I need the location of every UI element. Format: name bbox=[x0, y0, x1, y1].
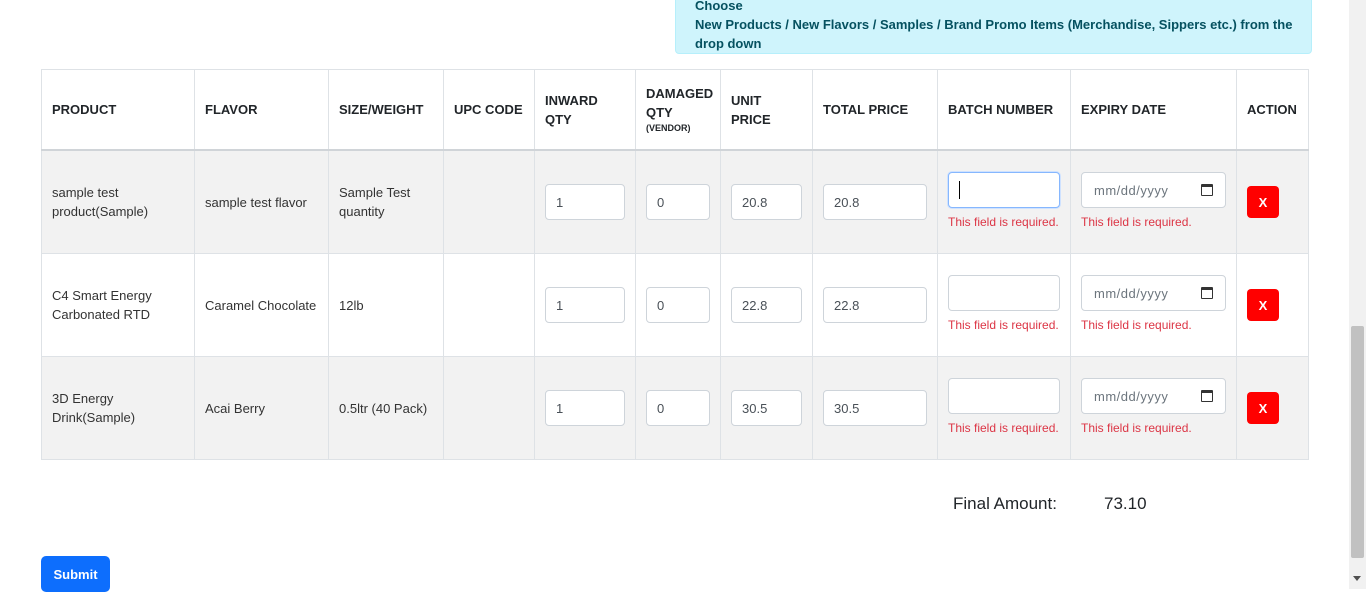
total-price-input[interactable] bbox=[823, 287, 927, 323]
delete-row-button[interactable]: X bbox=[1247, 186, 1279, 218]
header-action: ACTION bbox=[1236, 69, 1309, 151]
inward-qty-input[interactable] bbox=[545, 287, 625, 323]
expiry-error: This field is required. bbox=[1081, 215, 1192, 229]
expiry-date-input[interactable]: mm/dd/yyyy bbox=[1081, 275, 1226, 311]
expiry-error: This field is required. bbox=[1081, 318, 1192, 332]
cell-upc bbox=[443, 253, 535, 357]
header-inward-qty: INWARD QTY bbox=[534, 69, 636, 151]
final-amount: Final Amount: 73.10 bbox=[953, 494, 1147, 514]
unit-price-input[interactable] bbox=[731, 390, 802, 426]
cell-product: sample test product(Sample) bbox=[41, 149, 195, 254]
inward-qty-input[interactable] bbox=[545, 184, 625, 220]
calendar-icon[interactable] bbox=[1201, 287, 1213, 299]
expiry-date-input[interactable]: mm/dd/yyyy bbox=[1081, 378, 1226, 414]
header-batch-number: BATCH NUMBER bbox=[937, 69, 1071, 151]
cell-product: 3D Energy Drink(Sample) bbox=[41, 356, 195, 460]
damaged-qty-input[interactable] bbox=[646, 390, 710, 426]
header-total-price: TOTAL PRICE bbox=[812, 69, 938, 151]
delete-row-button[interactable]: X bbox=[1247, 289, 1279, 321]
header-expiry-date: EXPIRY DATE bbox=[1070, 69, 1237, 151]
header-upc: UPC CODE bbox=[443, 69, 535, 151]
damaged-qty-input[interactable] bbox=[646, 184, 710, 220]
scrollbar-thumb[interactable] bbox=[1351, 326, 1364, 558]
inward-qty-input[interactable] bbox=[545, 390, 625, 426]
expiry-date-input[interactable]: mm/dd/yyyy bbox=[1081, 172, 1226, 208]
cell-size: 0.5ltr (40 Pack) bbox=[328, 356, 444, 460]
products-table: PRODUCT FLAVOR SIZE/WEIGHT UPC CODE INWA… bbox=[41, 69, 1309, 460]
total-price-input[interactable] bbox=[823, 390, 927, 426]
final-amount-label: Final Amount: bbox=[953, 494, 1057, 513]
submit-button[interactable]: Submit bbox=[41, 556, 110, 592]
expiry-error: This field is required. bbox=[1081, 421, 1192, 435]
header-product: PRODUCT bbox=[41, 69, 195, 151]
header-size: SIZE/WEIGHT bbox=[328, 69, 444, 151]
table-row: C4 Smart Energy Carbonated RTD Caramel C… bbox=[41, 253, 1309, 357]
scroll-down-arrow-icon[interactable] bbox=[1353, 576, 1361, 581]
batch-error: This field is required. bbox=[948, 421, 1059, 435]
table-row: sample test product(Sample) sample test … bbox=[41, 149, 1309, 254]
expiry-placeholder: mm/dd/yyyy bbox=[1094, 285, 1169, 301]
header-damaged-sub: (VENDOR) bbox=[646, 123, 691, 133]
cell-product: C4 Smart Energy Carbonated RTD bbox=[41, 253, 195, 357]
expiry-placeholder: mm/dd/yyyy bbox=[1094, 388, 1169, 404]
info-line-2: New Products / New Flavors / Samples / B… bbox=[695, 17, 1293, 51]
info-alert: Choose New Products / New Flavors / Samp… bbox=[675, 0, 1312, 54]
text-caret bbox=[959, 181, 960, 199]
header-unit-price: UNIT PRICE bbox=[720, 69, 813, 151]
delete-row-button[interactable]: X bbox=[1247, 392, 1279, 424]
batch-number-input[interactable] bbox=[948, 378, 1060, 414]
cell-flavor: Acai Berry bbox=[194, 356, 329, 460]
table-header-row: PRODUCT FLAVOR SIZE/WEIGHT UPC CODE INWA… bbox=[41, 69, 1309, 151]
total-price-input[interactable] bbox=[823, 184, 927, 220]
vertical-scrollbar[interactable] bbox=[1349, 0, 1366, 589]
calendar-icon[interactable] bbox=[1201, 184, 1213, 196]
calendar-icon[interactable] bbox=[1201, 390, 1213, 402]
cell-size: Sample Test quantity bbox=[328, 149, 444, 254]
cell-size: 12lb bbox=[328, 253, 444, 357]
cell-flavor: Caramel Chocolate bbox=[194, 253, 329, 357]
final-amount-value: 73.10 bbox=[1104, 494, 1147, 513]
batch-number-input[interactable] bbox=[948, 275, 1060, 311]
header-damaged-label: DAMAGED QTY bbox=[646, 86, 714, 120]
batch-number-input[interactable] bbox=[948, 172, 1060, 208]
header-flavor: FLAVOR bbox=[194, 69, 329, 151]
batch-error: This field is required. bbox=[948, 318, 1059, 332]
batch-error: This field is required. bbox=[948, 215, 1059, 229]
header-damaged-qty: DAMAGED QTY (VENDOR) bbox=[635, 69, 721, 151]
expiry-placeholder: mm/dd/yyyy bbox=[1094, 182, 1169, 198]
cell-upc bbox=[443, 149, 535, 254]
unit-price-input[interactable] bbox=[731, 184, 802, 220]
unit-price-input[interactable] bbox=[731, 287, 802, 323]
cell-upc bbox=[443, 356, 535, 460]
table-row: 3D Energy Drink(Sample) Acai Berry 0.5lt… bbox=[41, 356, 1309, 460]
damaged-qty-input[interactable] bbox=[646, 287, 710, 323]
info-line-1: Choose bbox=[695, 1, 743, 13]
cell-flavor: sample test flavor bbox=[194, 149, 329, 254]
